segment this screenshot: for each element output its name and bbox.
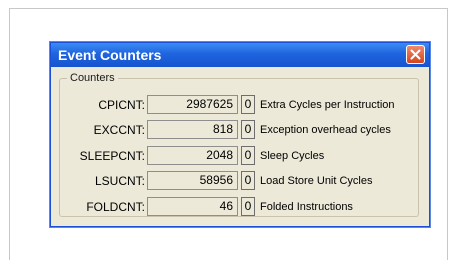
close-icon bbox=[410, 49, 421, 60]
reset-button[interactable]: 0 bbox=[241, 95, 255, 114]
counter-value-field: 818 bbox=[147, 120, 238, 139]
counter-description: Folded Instructions bbox=[260, 201, 353, 213]
reset-button[interactable]: 0 bbox=[241, 171, 255, 190]
counter-value-field: 58956 bbox=[147, 171, 238, 190]
counter-description: Sleep Cycles bbox=[260, 150, 325, 162]
title-bar[interactable]: Event Counters bbox=[51, 43, 429, 67]
counter-description: Load Store Unit Cycles bbox=[260, 175, 373, 187]
counter-label: LSUCNT: bbox=[94, 174, 145, 188]
window-title: Event Counters bbox=[58, 47, 162, 63]
counter-description: Exception overhead cycles bbox=[260, 124, 391, 136]
counter-label: FOLDCNT: bbox=[86, 200, 145, 214]
counter-label: CPICNT: bbox=[98, 98, 145, 112]
counter-value-field: 46 bbox=[147, 197, 238, 216]
counter-label: SLEEPCNT: bbox=[79, 149, 145, 163]
counter-value-field: 2048 bbox=[147, 146, 238, 165]
reset-button[interactable]: 0 bbox=[241, 146, 255, 165]
close-button[interactable] bbox=[406, 45, 425, 64]
counter-description: Extra Cycles per Instruction bbox=[260, 99, 395, 111]
counter-label: EXCCNT: bbox=[93, 123, 145, 137]
reset-button[interactable]: 0 bbox=[241, 120, 255, 139]
counter-value-field: 2987625 bbox=[147, 95, 238, 114]
reset-button[interactable]: 0 bbox=[241, 197, 255, 216]
event-counters-dialog: Event Counters Counters CPICNT: 2987625 … bbox=[50, 42, 430, 227]
counters-group-title: Counters bbox=[67, 71, 118, 85]
